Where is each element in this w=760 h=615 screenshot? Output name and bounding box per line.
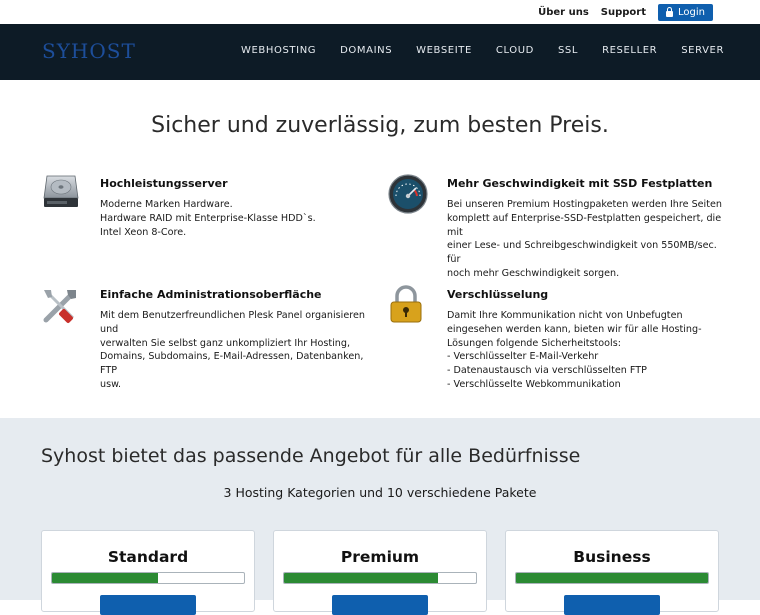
nav-reseller[interactable]: RESELLER — [602, 45, 657, 56]
feature-title: Verschlüsselung — [447, 288, 549, 301]
plan-button[interactable] — [100, 595, 196, 615]
top-utility-bar: Über uns Support Login — [0, 0, 760, 24]
plan-level-fill — [52, 573, 158, 583]
plan-name: Standard — [107, 548, 189, 566]
nav-webhosting[interactable]: WEBHOSTING — [241, 45, 316, 56]
nav-webseite[interactable]: WEBSEITE — [416, 45, 472, 56]
feature-performance-server: Hochleistungsserver Moderne Marken Hardw… — [100, 177, 380, 239]
tools-icon — [43, 290, 76, 323]
plan-button[interactable] — [564, 595, 660, 615]
feature-title: Einfache Administrationsoberfläche — [100, 288, 322, 301]
about-link[interactable]: Über uns — [538, 7, 589, 18]
plan-name: Business — [573, 548, 651, 566]
main-nav: WEBHOSTING DOMAINS WEBSEITE CLOUD SSL RE… — [217, 45, 724, 56]
hard-drive-icon — [43, 175, 79, 207]
syhost-logo[interactable]: SYHOST — [42, 39, 136, 63]
feature-text: Bei unseren Premium Hostingpaketen werde… — [447, 199, 722, 279]
feature-encryption: Verschlüsselung Damit Ihre Kommunikation… — [447, 288, 727, 392]
login-button[interactable]: Login — [658, 4, 713, 21]
feature-text: Damit Ihre Kommunikation nicht von Unbef… — [447, 310, 702, 390]
plan-level-bar — [515, 572, 709, 584]
plan-level-bar — [283, 572, 477, 584]
nav-cloud[interactable]: CLOUD — [496, 45, 534, 56]
nav-ssl[interactable]: SSL — [558, 45, 578, 56]
feature-ssd-speed: Mehr Geschwindigkeit mit SSD Festplatten… — [447, 177, 727, 281]
offers-section: Syhost bietet das passende Angebot für a… — [0, 418, 760, 615]
feature-text: Moderne Marken Hardware. Hardware RAID m… — [100, 199, 316, 238]
plan-level-fill — [516, 573, 708, 583]
main-navbar: SYHOST WEBHOSTING DOMAINS WEBSEITE CLOUD… — [0, 24, 760, 80]
support-link[interactable]: Support — [601, 7, 646, 18]
feature-title: Mehr Geschwindigkeit mit SSD Festplatten — [447, 177, 713, 190]
plan-level-fill — [284, 573, 438, 583]
padlock-icon — [390, 285, 422, 323]
login-label: Login — [678, 7, 705, 18]
offers-title: Syhost bietet das passende Angebot für a… — [41, 445, 581, 467]
plan-button[interactable] — [332, 595, 428, 615]
utility-links: Über uns Support Login — [526, 4, 713, 21]
feature-title: Hochleistungsserver — [100, 177, 228, 190]
nav-server[interactable]: SERVER — [681, 45, 724, 56]
feature-admin-panel: Einfache Administrationsoberfläche Mit d… — [100, 288, 380, 392]
lock-icon — [666, 6, 674, 17]
plan-level-bar — [51, 572, 245, 584]
nav-domains[interactable]: DOMAINS — [340, 45, 392, 56]
feature-text: Mit dem Benutzerfreundlichen Plesk Panel… — [100, 310, 365, 390]
speedometer-icon — [388, 174, 428, 214]
hero-title: Sicher und zuverlässig, zum besten Preis… — [151, 113, 609, 138]
offers-subtitle: 3 Hosting Kategorien und 10 verschiedene… — [223, 485, 537, 500]
plan-name: Premium — [340, 548, 420, 566]
